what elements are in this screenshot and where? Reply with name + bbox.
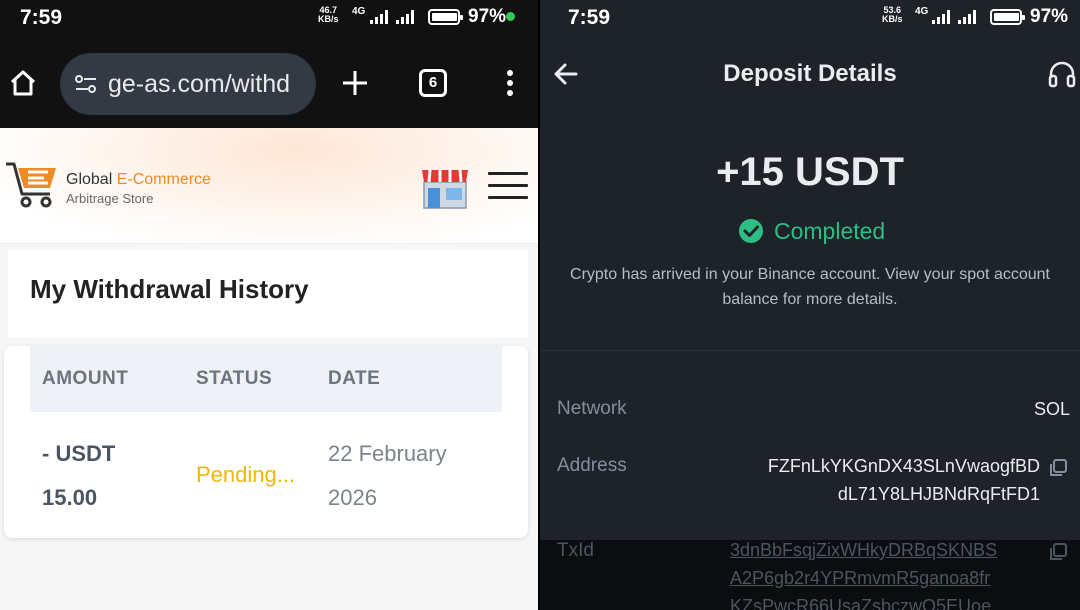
table-header: AMOUNT STATUS DATE [30,346,502,412]
check-circle-icon [739,219,763,243]
txid-line-1[interactable]: 3dnBbFsqjZixWHkyDRBqSKNBS [730,540,997,561]
column-amount: AMOUNT [42,368,129,389]
txid-line-3[interactable]: KZsPwcR66UsaZsbczwQ5EUoe [730,596,991,610]
battery-percent: 97% [1030,6,1069,27]
page-title: Deposit Details [723,60,897,87]
deposit-details-screen: 7:59 53.6 KB/s 4G 97% Deposit Details +15… [540,0,1080,610]
tab-switcher-button[interactable]: 6 [419,69,447,97]
brand-name: Global E-Commerce [66,171,211,188]
status-time: 7:59 [568,6,611,29]
url-text[interactable]: ge-as.com/withd [108,70,308,99]
battery-percent: 97% [468,6,507,27]
status-badge: Completed [738,216,885,246]
withdrawal-table: AMOUNT STATUS DATE - USDT 15.00 Pending.… [4,346,528,538]
status-description: Crypto has arrived in your Binance accou… [570,266,1050,308]
address-label: Address [557,455,627,476]
new-tab-icon[interactable] [340,68,370,98]
date-cell: 22 February 2026 [328,441,447,510]
copy-address-icon[interactable] [1048,458,1068,478]
network-value: SOL [1033,399,1070,419]
divider [540,350,1080,351]
network-type: 4G [915,6,929,17]
signal-icon [370,9,388,24]
status-bar: 7:59 46.7 KB/s 4G 97% [0,0,538,36]
battery-icon [428,9,463,25]
signal-icon [932,9,950,24]
hamburger-menu-icon[interactable] [488,172,528,200]
brand-tagline: Arbitrage Store [66,191,154,206]
home-icon[interactable] [8,68,38,98]
browser-screen: 7:59 46.7 KB/s 4G 97% ge-as.com/withd 6 … [0,0,538,610]
signal-icon-2 [396,9,414,24]
page-title: My Withdrawal History [30,274,309,304]
amount-cell: - USDT 15.00 [42,441,116,510]
column-date: DATE [328,368,381,389]
status-cell: Pending... [196,462,296,487]
title-card: My Withdrawal History [8,250,528,338]
txid-label: TxId [557,540,594,561]
address-bar[interactable]: ge-as.com/withd [60,53,316,115]
deposit-amount: +15 USDT [716,150,904,194]
site-header: Global E-Commerce Arbitrage Store [0,128,538,244]
support-headset-icon[interactable] [1048,60,1076,90]
address-line-2: dL71Y8LHJBNdRqFtFD1 [837,484,1040,504]
network-type: 4G [352,6,366,17]
txid-line-2[interactable]: A2P6gb2r4YPRmvmR5ganoa8fr [730,568,990,589]
store-icon[interactable] [420,166,470,210]
network-speed: 46.7 KB/s [318,5,339,24]
cart-logo-icon[interactable] [4,158,60,210]
more-menu-icon[interactable] [500,68,520,98]
browser-toolbar: ge-as.com/withd 6 [0,36,538,128]
network-label: Network [557,398,627,419]
address-line-1: FZFnLkYKGnDX43SLnVwaogfBD [767,456,1040,476]
page-content: My Withdrawal History AMOUNT STATUS DATE… [0,244,538,610]
column-status: STATUS [196,368,273,389]
status-time: 7:59 [20,6,63,29]
site-settings-icon[interactable] [74,73,98,95]
battery-icon [990,9,1025,25]
status-label: Completed [774,217,886,244]
signal-icon-2 [958,9,976,24]
privacy-indicator [506,12,515,21]
obscured-area: TxId 3dnBbFsqjZixWHkyDRBqSKNBS A2P6gb2r4… [540,540,1080,610]
network-speed: 53.6 KB/s [882,5,903,24]
copy-txid-icon[interactable] [1048,542,1068,562]
